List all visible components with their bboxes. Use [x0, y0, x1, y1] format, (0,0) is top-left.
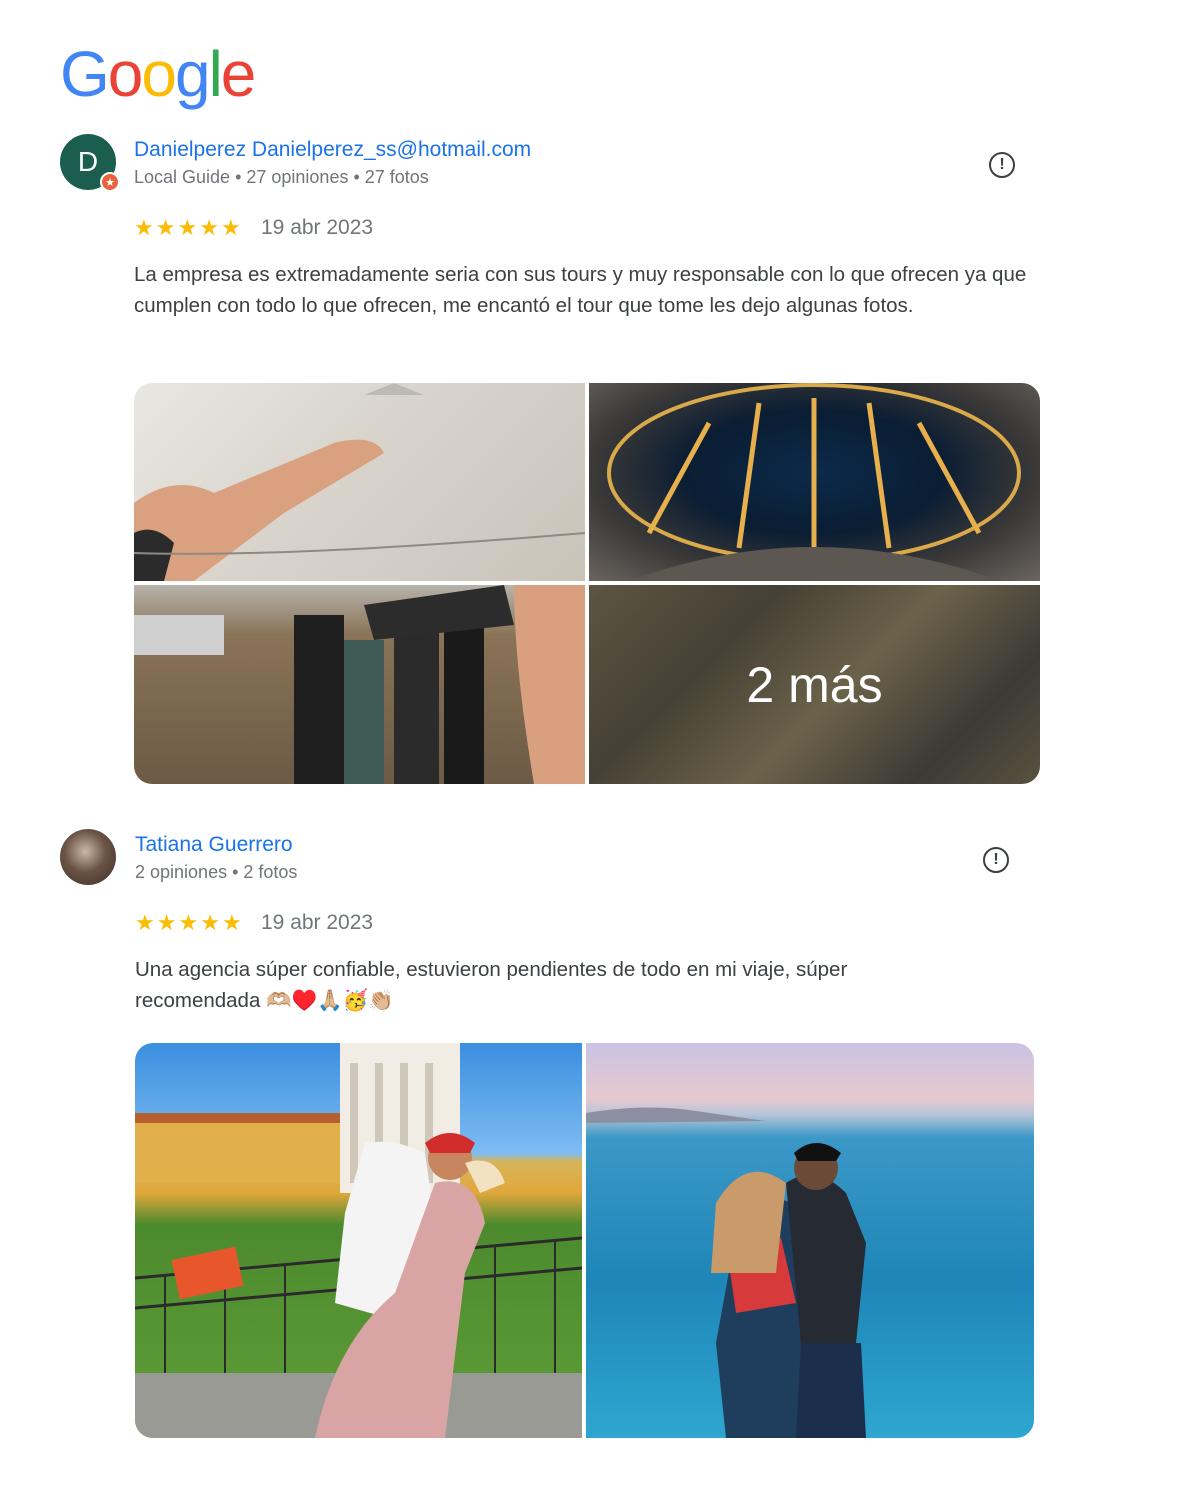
- review-text: La empresa es extremadamente seria con s…: [134, 263, 1027, 317]
- review-photo-more[interactable]: 2 más: [589, 585, 1040, 784]
- star-icon: ★: [220, 215, 241, 240]
- more-photos-label[interactable]: 2 más: [589, 585, 1040, 784]
- avatar[interactable]: D ★: [60, 134, 120, 192]
- star-icon: ★: [134, 215, 154, 240]
- avatar[interactable]: [60, 829, 116, 885]
- google-logo: Google: [60, 38, 256, 110]
- review-date: 19 abr 2023: [261, 216, 374, 239]
- reviewer-meta: Local Guide • 27 opiniones • 27 fotos: [134, 167, 429, 187]
- star-icon: ★: [156, 910, 177, 935]
- review-photo[interactable]: [135, 1043, 582, 1438]
- local-guide-badge-icon: ★: [100, 172, 120, 192]
- star-icon: ★: [221, 910, 242, 935]
- photo-gallery: [135, 1043, 1034, 1438]
- reviewer-meta: 2 opiniones • 2 fotos: [135, 862, 298, 882]
- star-icon: ★: [155, 215, 176, 240]
- star-rating: ★ ★ ★ ★ ★: [134, 217, 241, 239]
- star-icon: ★: [200, 910, 220, 935]
- report-icon[interactable]: !: [983, 847, 1009, 873]
- star-icon: ★: [199, 215, 219, 240]
- star-rating: ★ ★ ★ ★ ★: [135, 912, 242, 934]
- review-text: Una agencia súper confiable, estuvieron …: [135, 958, 848, 1012]
- star-icon: ★: [178, 910, 199, 935]
- review-photo[interactable]: [134, 585, 585, 784]
- review-date: 19 abr 2023: [261, 911, 374, 934]
- photo-gallery: 2 más: [134, 383, 1040, 784]
- avatar-letter: D: [77, 146, 99, 177]
- review-photo[interactable]: [586, 1043, 1034, 1438]
- report-icon[interactable]: !: [989, 152, 1015, 178]
- star-icon: ★: [177, 215, 198, 240]
- review-photo[interactable]: [134, 383, 585, 581]
- star-icon: ★: [135, 910, 155, 935]
- reviewer-name[interactable]: Tatiana Guerrero: [135, 833, 293, 857]
- reviewer-name[interactable]: Danielperez Danielperez_ss@hotmail.com: [134, 138, 531, 162]
- review-photo[interactable]: [589, 383, 1040, 581]
